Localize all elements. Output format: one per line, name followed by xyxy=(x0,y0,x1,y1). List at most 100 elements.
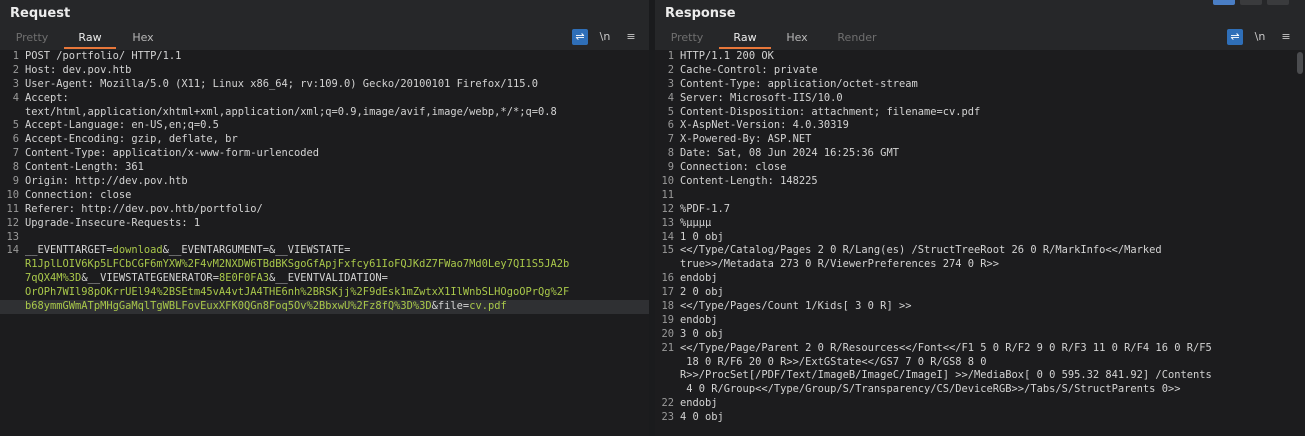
line-text: Content-Disposition: attachment; filenam… xyxy=(680,105,981,118)
show-newlines-icon[interactable]: \n xyxy=(1252,29,1268,45)
line-text: text/html,application/xhtml+xml,applicat… xyxy=(25,105,557,118)
line-number: 21 xyxy=(661,341,674,354)
line-number: 19 xyxy=(661,313,674,326)
line-text: Accept-Language: en-US,en;q=0.5 xyxy=(25,119,219,132)
menu-icon[interactable]: ≡ xyxy=(1278,29,1294,45)
line-text: 3 0 obj xyxy=(680,327,724,340)
param-name: __EVENTVALIDATION xyxy=(275,272,382,285)
line-text: %µµµµ xyxy=(680,216,712,229)
wrap-lines-icon[interactable]: ⇌ xyxy=(1227,29,1243,45)
line-text: %PDF-1.7 xyxy=(680,202,731,215)
response-tabbar: Pretty Raw Hex Render xyxy=(655,28,1305,49)
line-number: 13 xyxy=(661,216,674,229)
layout-side-by-side-button[interactable] xyxy=(1213,0,1235,5)
line-text: <</Type/Pages/Count 1/Kids[ 3 0 R] >> xyxy=(680,300,912,313)
param-name: file xyxy=(437,300,463,313)
line-number: 3 xyxy=(12,77,19,90)
line-text: __EVENTTARGET=download&__EVENTARGUMENT=&… xyxy=(25,244,641,258)
line-text: 7qQX4M%3D&__VIEWSTATEGENERATOR=8E0F0FA3&… xyxy=(25,272,641,286)
param-value: download xyxy=(112,244,163,257)
line-number: 16 xyxy=(661,272,674,285)
response-pane: Response Pretty Raw Hex Render ⇌ \n ≡ 1H… xyxy=(655,0,1305,436)
editor-line: 13 xyxy=(0,231,649,245)
editor-line: 14 1 0 obj xyxy=(655,231,1305,245)
param-name: = xyxy=(381,272,388,285)
line-text: endobj xyxy=(680,272,718,285)
line-number: 20 xyxy=(661,327,674,340)
wrap-lines-icon[interactable]: ⇌ xyxy=(572,29,588,45)
line-text: Content-Length: 361 xyxy=(25,161,144,174)
editor-line: 7 Content-Type: application/x-www-form-ur… xyxy=(0,147,649,161)
editor-line: 13 %µµµµ xyxy=(655,217,1305,231)
editor-line: 2 Cache-Control: private xyxy=(655,64,1305,78)
editor-line: 19 endobj xyxy=(655,314,1305,328)
layout-stacked-button[interactable] xyxy=(1240,0,1262,5)
line-number: 2 xyxy=(12,63,19,76)
line-number: 3 xyxy=(667,77,674,90)
request-tab-raw[interactable]: Raw xyxy=(64,28,116,49)
editor-line: 12 Upgrade-Insecure-Requests: 1 xyxy=(0,217,649,231)
line-text: endobj xyxy=(680,313,718,326)
editor-line: 3 User-Agent: Mozilla/5.0 (X11; Linux x86… xyxy=(0,78,649,92)
line-text: Connection: close xyxy=(25,188,132,201)
line-text: Accept-Encoding: gzip, deflate, br xyxy=(25,133,238,146)
request-tab-hex[interactable]: Hex xyxy=(124,28,162,47)
line-text: HTTP/1.1 200 OK xyxy=(680,50,774,62)
editor-line: 11 Referer: http://dev.pov.htb/portfolio/ xyxy=(0,203,649,217)
editor-line: 7qQX4M%3D&__VIEWSTATEGENERATOR=8E0F0FA3&… xyxy=(0,272,649,286)
layout-tabs-button[interactable] xyxy=(1267,0,1289,5)
editor-line: 14 __EVENTTARGET=download&__EVENTARGUMENT… xyxy=(0,244,649,258)
line-text: X-Powered-By: ASP.NET xyxy=(680,133,812,146)
line-number: 10 xyxy=(661,175,674,188)
editor-line: 2 Host: dev.pov.htb xyxy=(0,64,649,78)
line-number: 22 xyxy=(661,397,674,410)
line-number: 12 xyxy=(6,216,19,229)
line-text: Host: dev.pov.htb xyxy=(25,63,132,76)
line-text: <</Type/Page/Parent 2 0 R/Resources<</Fo… xyxy=(680,341,1212,354)
line-number: 2 xyxy=(667,63,674,76)
response-tab-pretty[interactable]: Pretty xyxy=(665,28,709,47)
line-text: 18 0 R/F6 20 0 R>>/ExtGState<</GS7 7 0 R… xyxy=(680,355,987,368)
line-text: true>>/Metadata 273 0 R/ViewerPreference… xyxy=(680,258,1000,271)
request-tab-pretty[interactable]: Pretty xyxy=(10,28,54,47)
menu-icon[interactable]: ≡ xyxy=(623,29,639,45)
param-value: b68ymmGWmATpMHgGaMqlTgWBLFovEuxXFK0QGn8F… xyxy=(25,300,432,313)
editor-line: 4 Server: Microsoft-IIS/10.0 xyxy=(655,92,1305,106)
line-text: b68ymmGWmATpMHgGaMqlTgWBLFovEuxXFK0QGn8F… xyxy=(25,300,641,314)
editor-line: text/html,application/xhtml+xml,applicat… xyxy=(0,106,649,120)
line-text: Accept: xyxy=(25,91,69,104)
editor-line: 6 Accept-Encoding: gzip, deflate, br xyxy=(0,133,649,147)
editor-line: 1 POST /portfolio/ HTTP/1.1 xyxy=(0,50,649,64)
show-newlines-icon[interactable]: \n xyxy=(597,29,613,45)
param-value: R1JplLOIV6Kp5LFCbCGF6mYXW%2F4vM2NXDW6TBd… xyxy=(25,258,570,271)
editor-line: 7 X-Powered-By: ASP.NET xyxy=(655,133,1305,147)
response-editor[interactable]: 1 HTTP/1.1 200 OK 2 Cache-Control: private 3… xyxy=(655,50,1305,436)
response-tab-raw[interactable]: Raw xyxy=(719,28,771,49)
response-scrollbar[interactable] xyxy=(1297,52,1303,74)
line-text: 2 0 obj xyxy=(680,286,724,299)
editor-line: 9 Connection: close xyxy=(655,161,1305,175)
request-pane: Request Pretty Raw Hex ⇌ \n ≡ 1 POST /por… xyxy=(0,0,649,436)
line-number: 8 xyxy=(667,147,674,160)
response-tab-hex[interactable]: Hex xyxy=(779,28,815,47)
response-tab-render[interactable]: Render xyxy=(831,28,883,47)
param-name: __VIEWSTATEGENERATOR xyxy=(87,272,213,285)
line-number: 13 xyxy=(6,230,19,243)
param-name: __EVENTARGUMENT xyxy=(168,244,263,257)
editor-line: 4 Accept: xyxy=(0,92,649,106)
line-number: 11 xyxy=(6,202,19,215)
line-number: 9 xyxy=(667,161,674,174)
line-number: 6 xyxy=(12,133,19,146)
line-text: Content-Type: application/x-www-form-url… xyxy=(25,147,320,160)
editor-line: R>>/ProcSet[/PDF/Text/ImageB/ImageC/Imag… xyxy=(655,369,1305,383)
editor-line: 12 %PDF-1.7 xyxy=(655,203,1305,217)
line-text: Referer: http://dev.pov.htb/portfolio/ xyxy=(25,202,263,215)
editor-line: 6 X-AspNet-Version: 4.0.30319 xyxy=(655,119,1305,133)
editor-line: 3 Content-Type: application/octet-stream xyxy=(655,78,1305,92)
line-text: POST /portfolio/ HTTP/1.1 xyxy=(25,50,182,62)
line-text: R1JplLOIV6Kp5LFCbCGF6mYXW%2F4vM2NXDW6TBd… xyxy=(25,258,641,272)
request-tabbar: Pretty Raw Hex xyxy=(0,28,649,49)
line-text: 4 0 obj xyxy=(680,411,724,424)
request-editor[interactable]: 1 POST /portfolio/ HTTP/1.1 2 Host: dev.pov… xyxy=(0,50,649,436)
line-number: 10 xyxy=(6,188,19,201)
